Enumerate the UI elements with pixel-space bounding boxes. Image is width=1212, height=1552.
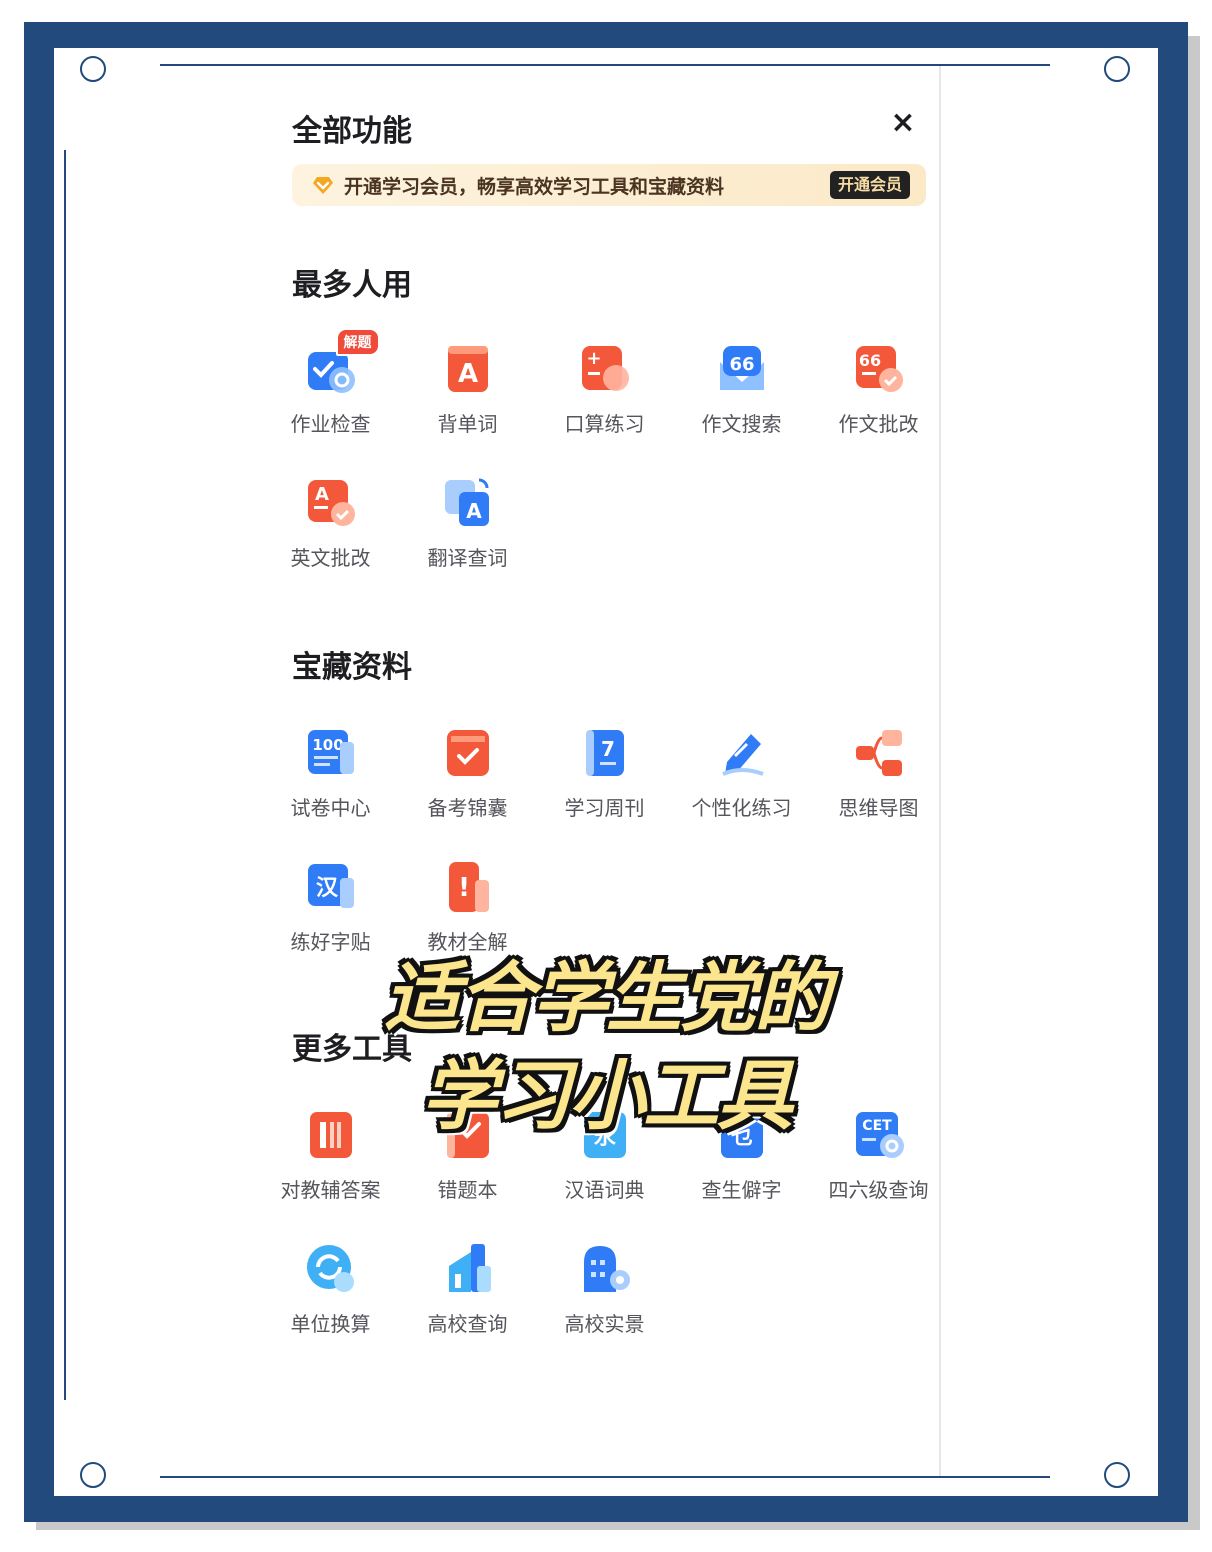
frame-top-line [160,64,1050,66]
close-icon[interactable]: × [886,106,920,140]
tool-exam-center[interactable]: 100 试卷中心 [262,726,399,820]
svg-text:100: 100 [312,736,343,754]
tool-label: 试卷中心 [290,796,371,820]
tool-translate[interactable]: A 翻译查词 [399,476,536,570]
frame-bottom-line [160,1476,1050,1478]
study-weekly-icon: 7 [578,726,632,780]
section-title-treasure: 宝藏资料 [292,650,412,685]
svg-text:A: A [315,484,329,505]
tool-label: 口算练习 [564,412,645,436]
overlay-caption-line2: 学习小工具 [421,1051,793,1140]
open-membership-button[interactable]: 开通会员 [829,171,910,199]
panel-title: 全部功能 [292,114,412,149]
tool-label: 背单词 [437,412,498,436]
exam-center-icon: 100 [304,726,358,780]
svg-text:!: ! [458,873,470,903]
mental-math-icon: + [578,342,632,396]
tool-exam-prep[interactable]: 备考锦囊 [399,726,536,820]
frame-left-line [64,150,66,1400]
frame-corner-ornament [80,56,106,82]
personal-practice-icon [715,726,769,780]
tool-label: 高校查询 [427,1312,508,1336]
tool-college-query[interactable]: 高校查询 [399,1242,536,1336]
tool-label: 思维导图 [838,796,919,820]
essay-search-icon: 66 [715,342,769,396]
english-grading-icon: A [304,476,358,530]
svg-text:66: 66 [858,351,880,370]
svg-text:汉: 汉 [315,876,338,901]
section-title-most-used: 最多人用 [292,268,412,303]
tool-unit-convert[interactable]: 单位换算 [262,1242,399,1336]
tool-label: 学习周刊 [564,796,645,820]
tool-vocabulary[interactable]: A 背单词 [399,342,536,436]
textbook-icon: ! [441,860,495,914]
tool-label: 作文搜索 [701,412,782,436]
svg-text:A: A [457,359,477,389]
mind-map-icon [852,726,906,780]
homework-check-icon: 解题 [304,328,380,396]
solve-badge: 解题 [335,328,380,356]
tool-english-grading[interactable]: A 英文批改 [262,476,399,570]
tool-campus-view[interactable]: 高校实景 [536,1242,673,1336]
tool-essay-search[interactable]: 66 作文搜索 [673,342,810,436]
tool-label: 翻译查词 [427,546,508,570]
tool-personal-practice[interactable]: 个性化练习 [673,726,810,820]
svg-text:+: + [586,348,601,369]
tool-label: 查生僻字 [701,1178,782,1202]
exam-prep-icon [441,726,495,780]
tool-label: 汉语词典 [564,1178,645,1202]
translate-icon: A [441,476,495,530]
tool-study-weekly[interactable]: 7 学习周刊 [536,726,673,820]
frame-corner-ornament [1104,1462,1130,1488]
tool-mental-math[interactable]: + 口算练习 [536,342,673,436]
tool-label: 四六级查询 [828,1178,929,1202]
essay-grading-icon: 66 [852,342,906,396]
tool-label: 英文批改 [290,546,371,570]
tool-homework-check[interactable]: 解题 作业检查 [262,328,399,436]
tool-essay-grading[interactable]: 66 作文批改 [810,342,947,436]
frame-corner-ornament [80,1462,106,1488]
tool-mind-map[interactable]: 思维导图 [810,726,947,820]
college-query-icon [441,1242,495,1296]
calligraphy-icon: 汉 [304,860,358,914]
banner-text: 开通学习会员，畅享高效学习工具和宝藏资料 [344,175,725,198]
vip-heart-icon [313,177,333,194]
most-used-grid: 解题 作业检查 A 背单词 + 口算练习 66 作文搜索 66 作文批改 A 英… [262,328,948,570]
svg-text:A: A [466,499,482,523]
tool-label: 单位换算 [290,1312,371,1336]
tool-label: 个性化练习 [691,796,792,820]
campus-view-icon [578,1242,632,1296]
vocabulary-icon: A [441,342,495,396]
tool-label: 错题本 [437,1178,498,1202]
frame-corner-ornament [1104,56,1130,82]
tool-label: 作文批改 [838,412,919,436]
svg-text:7: 7 [601,737,615,761]
svg-text:66: 66 [729,354,754,375]
tool-label: 备考锦囊 [427,796,508,820]
tool-label: 作业检查 [290,412,371,436]
tool-label: 对教辅答案 [280,1178,381,1202]
overlay-caption-line1: 适合学生党的 [384,953,830,1042]
treasure-grid: 100 试卷中心 备考锦囊 7 学习周刊 个性化练习 思维导图 汉 练好字贴 !… [262,726,948,954]
membership-banner[interactable]: 开通学习会员，畅享高效学习工具和宝藏资料 开通会员 [292,164,926,206]
tool-label: 高校实景 [564,1312,645,1336]
unit-convert-icon [304,1242,358,1296]
